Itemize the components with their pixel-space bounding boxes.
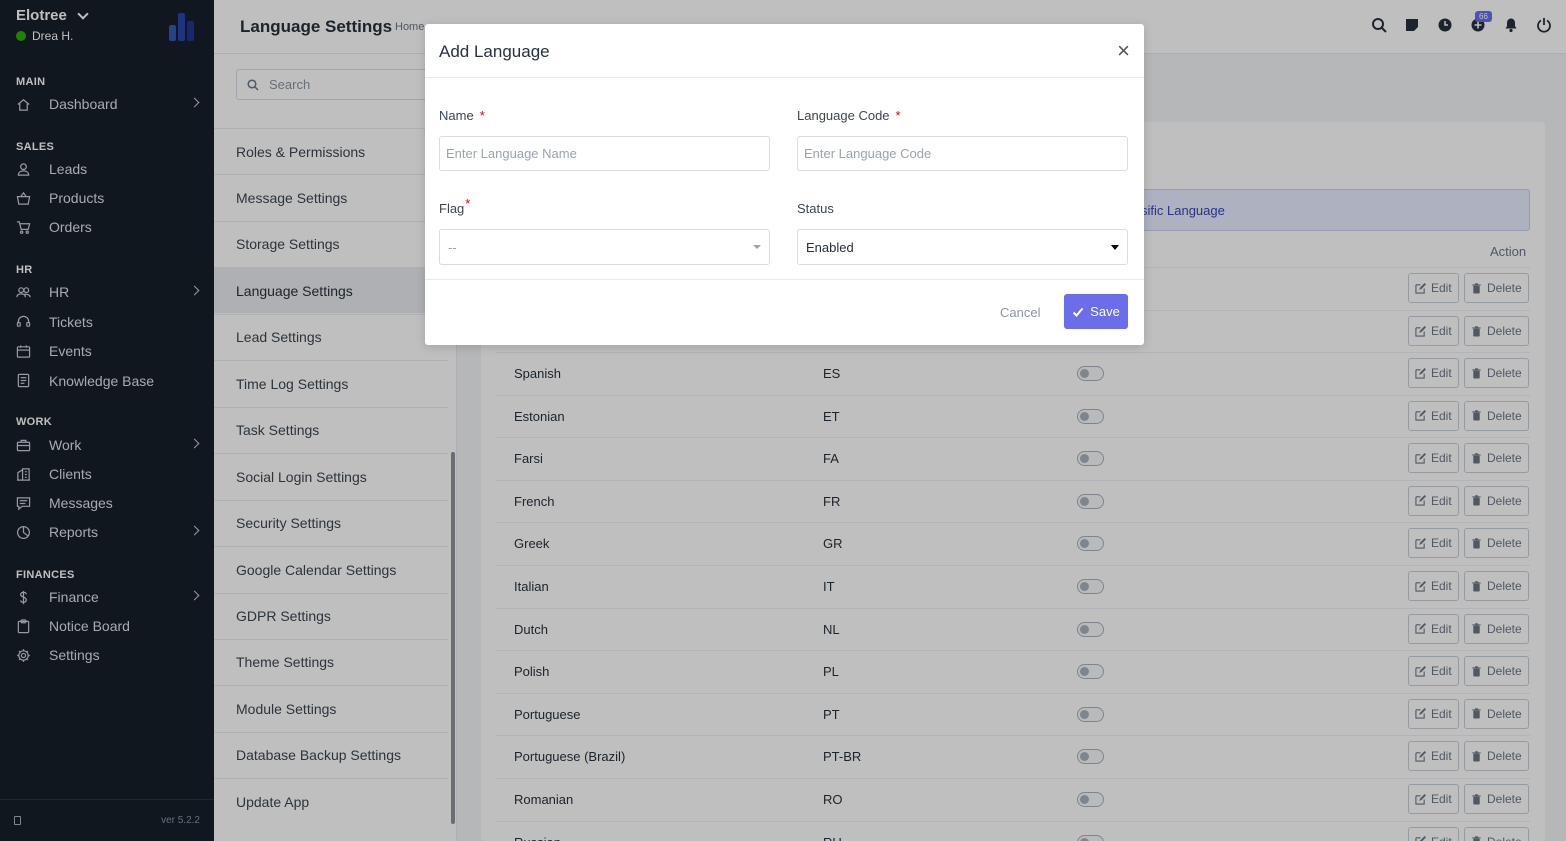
- language-name-input[interactable]: [439, 136, 770, 171]
- add-language-modal: Add Language × Name* Language Code* Flag…: [425, 24, 1144, 345]
- save-button-label: Save: [1090, 304, 1120, 319]
- status-select[interactable]: Enabled: [797, 229, 1128, 265]
- flag-label: Flag*: [439, 196, 471, 216]
- cancel-button[interactable]: Cancel: [1000, 305, 1040, 320]
- required-marker: *: [479, 108, 485, 123]
- check-icon: [1072, 307, 1084, 317]
- status-select-value: Enabled: [806, 239, 854, 255]
- flag-select[interactable]: --: [439, 229, 770, 265]
- language-code-label: Language Code *: [797, 108, 901, 123]
- modal-divider: [425, 77, 1144, 78]
- status-label: Status: [797, 201, 834, 216]
- caret-down-icon: [753, 245, 761, 249]
- close-icon[interactable]: ×: [1117, 40, 1130, 62]
- caret-down-icon: [1111, 245, 1119, 250]
- name-label: Name *: [439, 108, 485, 123]
- required-marker: *: [895, 108, 901, 123]
- flag-select-value: --: [448, 239, 457, 255]
- required-marker: *: [465, 196, 471, 211]
- language-code-input[interactable]: [797, 136, 1128, 171]
- save-button[interactable]: Save: [1064, 294, 1128, 329]
- modal-title: Add Language: [439, 42, 550, 61]
- modal-divider: [425, 279, 1144, 280]
